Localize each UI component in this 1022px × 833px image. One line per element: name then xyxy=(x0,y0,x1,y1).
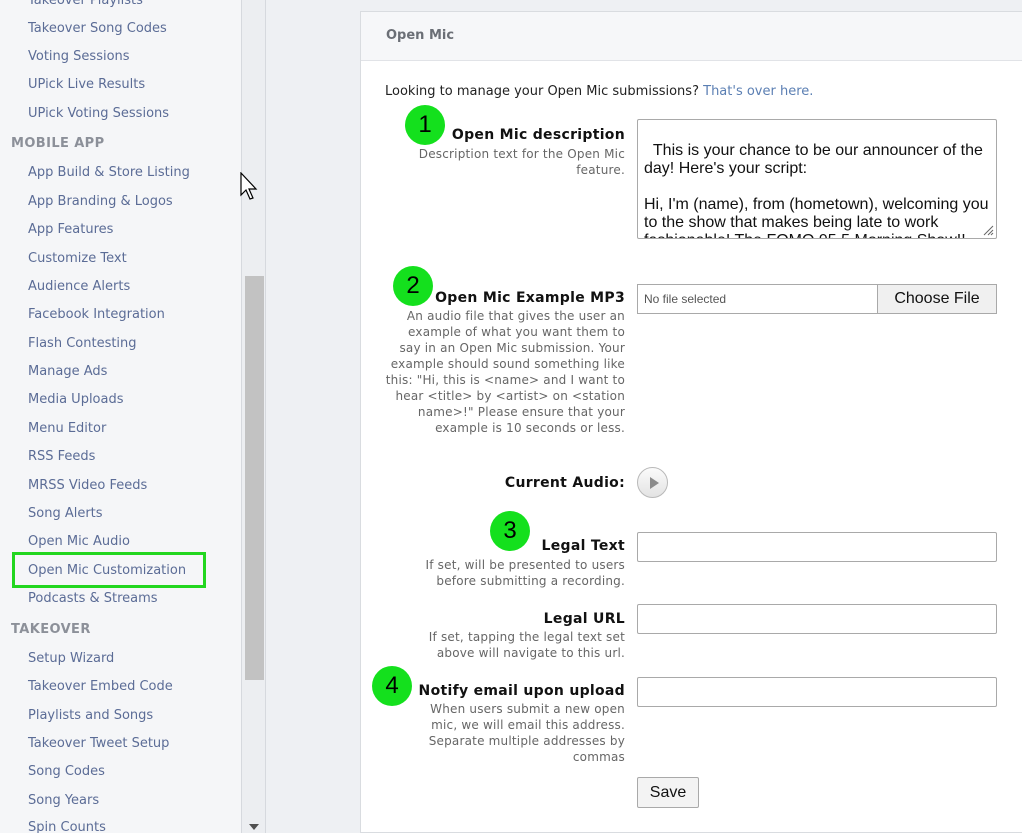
intro-text: Looking to manage your Open Mic submissi… xyxy=(385,84,699,99)
legal-url-input[interactable] xyxy=(637,604,997,634)
sidebar-item-rss-feeds[interactable]: RSS Feeds xyxy=(28,449,95,465)
scroll-down-arrow-icon[interactable] xyxy=(249,824,259,830)
sidebar-item-takeover-tweet-setup[interactable]: Takeover Tweet Setup xyxy=(28,736,169,752)
resize-grip-icon[interactable] xyxy=(983,225,994,236)
sidebar-item-voting-sessions[interactable]: Voting Sessions xyxy=(28,49,130,65)
submissions-link[interactable]: That's over here. xyxy=(703,84,813,99)
description-textarea[interactable]: This is your chance to be our announcer … xyxy=(637,119,997,239)
sidebar-item-podcasts-streams[interactable]: Podcasts & Streams xyxy=(28,591,158,607)
description-value: This is your chance to be our announcer … xyxy=(644,142,989,238)
sidebar-item-open-mic-audio[interactable]: Open Mic Audio xyxy=(28,534,130,550)
sidebar-item-playlists-songs[interactable]: Playlists and Songs xyxy=(28,708,153,724)
sidebar: Takeover Playlists Takeover Song Codes V… xyxy=(0,0,242,833)
sidebar-item-spin-counts[interactable]: Spin Counts xyxy=(28,820,106,833)
sidebar-item-song-codes[interactable]: Song Codes xyxy=(28,764,105,780)
step-badge-2: 2 xyxy=(393,266,433,306)
sidebar-scrollbar[interactable] xyxy=(242,0,266,833)
intro-line: Looking to manage your Open Mic submissi… xyxy=(385,84,813,99)
sidebar-item-song-years[interactable]: Song Years xyxy=(28,793,99,809)
mp3-help: An audio file that gives the user an exa… xyxy=(385,309,625,435)
choose-file-button[interactable]: Choose File xyxy=(877,284,997,314)
sidebar-item-manage-ads[interactable]: Manage Ads xyxy=(28,364,107,380)
save-button[interactable]: Save xyxy=(637,777,699,808)
sidebar-item-song-alerts[interactable]: Song Alerts xyxy=(28,506,103,522)
sidebar-item-setup-wizard[interactable]: Setup Wizard xyxy=(28,651,114,667)
legal-text-help: If set, will be presented to users befor… xyxy=(425,558,625,588)
description-label: Open Mic description xyxy=(451,127,625,143)
sidebar-item-app-features[interactable]: App Features xyxy=(28,222,113,238)
sidebar-item-takeover-playlists[interactable]: Takeover Playlists xyxy=(28,0,143,9)
sidebar-item-upick-live-results[interactable]: UPick Live Results xyxy=(28,77,145,93)
sidebar-item-app-branding[interactable]: App Branding & Logos xyxy=(28,194,173,210)
play-icon xyxy=(650,477,659,489)
sidebar-item-takeover-song-codes[interactable]: Takeover Song Codes xyxy=(28,21,167,37)
sidebar-item-audience-alerts[interactable]: Audience Alerts xyxy=(28,279,130,295)
legal-url-help: If set, tapping the legal text set above… xyxy=(428,630,625,660)
sidebar-item-flash-contesting[interactable]: Flash Contesting xyxy=(28,336,137,352)
sidebar-item-facebook-integration[interactable]: Facebook Integration xyxy=(28,307,165,323)
notify-email-input[interactable] xyxy=(637,677,997,707)
legal-text-label: Legal Text xyxy=(541,538,625,554)
sidebar-item-mrss-video-feeds[interactable]: MRSS Video Feeds xyxy=(28,478,147,494)
panel-title: Open Mic xyxy=(386,28,455,43)
step-badge-1: 1 xyxy=(405,105,445,145)
sidebar-item-menu-editor[interactable]: Menu Editor xyxy=(28,421,106,437)
sidebar-item-customize-text[interactable]: Customize Text xyxy=(28,251,127,267)
play-audio-button[interactable] xyxy=(637,467,668,498)
sidebar-item-takeover-embed-code[interactable]: Takeover Embed Code xyxy=(28,679,173,695)
sidebar-section-mobile-app: MOBILE APP xyxy=(11,136,105,151)
mouse-cursor-icon xyxy=(240,172,258,200)
step-badge-3: 3 xyxy=(490,511,530,551)
file-status: No file selected xyxy=(637,284,877,314)
sidebar-item-media-uploads[interactable]: Media Uploads xyxy=(28,392,124,408)
notify-email-help: When users submit a new open mic, we wil… xyxy=(428,702,625,764)
legal-text-input[interactable] xyxy=(637,532,997,562)
scrollbar-thumb[interactable] xyxy=(245,276,264,680)
mp3-label: Open Mic Example MP3 xyxy=(435,290,625,306)
notify-email-label: Notify email upon upload xyxy=(418,683,625,699)
sidebar-section-takeover: TAKEOVER xyxy=(11,622,91,637)
step-badge-4: 4 xyxy=(372,666,412,706)
sidebar-item-upick-voting-sessions[interactable]: UPick Voting Sessions xyxy=(28,106,169,122)
current-audio-label: Current Audio: xyxy=(504,475,625,491)
legal-url-label: Legal URL xyxy=(543,611,625,627)
panel-header: Open Mic xyxy=(361,12,1022,61)
description-help: Description text for the Open Mic featur… xyxy=(418,147,625,177)
sidebar-item-app-build[interactable]: App Build & Store Listing xyxy=(28,165,190,181)
highlight-annotation-box xyxy=(12,552,206,588)
